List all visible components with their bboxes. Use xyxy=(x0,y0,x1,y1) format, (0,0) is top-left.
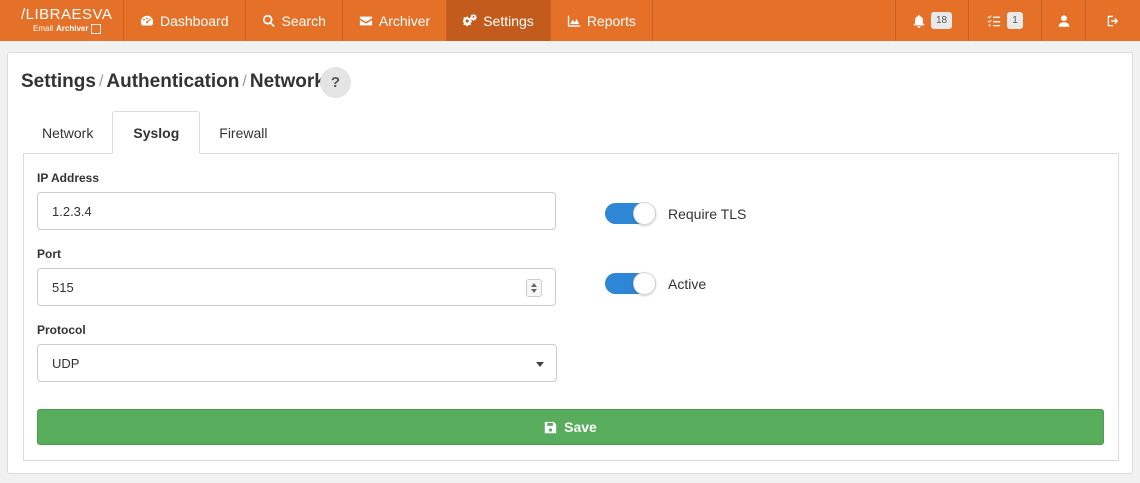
caret-down-icon xyxy=(536,362,544,367)
syslog-tab-content: IP Address 1.2.3.4 Port 515 Protocol UDP… xyxy=(23,153,1119,461)
help-button[interactable]: ? xyxy=(320,67,351,98)
port-value: 515 xyxy=(52,279,74,295)
nav-search[interactable]: Search xyxy=(246,0,343,41)
notifications-badge: 18 xyxy=(930,12,953,29)
breadcrumb-network: Network xyxy=(249,71,325,92)
top-navbar: /LIBRAESVA Email Archiver Dashboard Searc… xyxy=(0,0,1140,41)
brand-name: /LIBRAESVA xyxy=(21,5,113,23)
require-tls-label: Require TLS xyxy=(668,205,747,222)
brand-subtitle: Email Archiver xyxy=(21,23,123,35)
port-label: Port xyxy=(37,247,61,261)
stepper-up-icon[interactable] xyxy=(531,283,537,287)
active-toggle[interactable] xyxy=(605,272,656,295)
protocol-select[interactable]: UDP xyxy=(37,344,557,382)
nav-reports[interactable]: Reports xyxy=(551,0,653,41)
ip-address-value: 1.2.3.4 xyxy=(52,203,92,219)
tab-bar: Network Syslog Firewall xyxy=(23,111,287,154)
port-stepper[interactable] xyxy=(526,279,542,297)
active-label: Active xyxy=(668,275,707,292)
area-chart-icon xyxy=(567,15,580,27)
active-row: Active xyxy=(605,272,707,295)
nav-archiver[interactable]: Archiver xyxy=(343,0,448,41)
breadcrumb-settings[interactable]: Settings xyxy=(21,71,96,93)
dashboard-icon xyxy=(140,15,154,26)
require-tls-toggle[interactable] xyxy=(605,202,656,225)
require-tls-row: Require TLS xyxy=(605,202,747,225)
gears-icon xyxy=(463,13,478,26)
tab-network[interactable]: Network xyxy=(23,111,112,154)
nav-dashboard[interactable]: Dashboard xyxy=(124,0,246,41)
user-icon xyxy=(1058,14,1069,27)
breadcrumb-separator: / xyxy=(242,73,247,90)
nav-archiver-label: Archiver xyxy=(378,12,431,29)
settings-panel: Settings / Authentication / Network ? Ne… xyxy=(7,52,1133,474)
nav-settings-label: Settings xyxy=(483,12,534,29)
nav-settings[interactable]: Settings xyxy=(447,0,551,41)
floppy-disk-icon xyxy=(544,421,557,433)
toggle-knob xyxy=(633,202,656,225)
nav-user[interactable] xyxy=(1041,0,1085,41)
brand-sub-bold: Archiver xyxy=(56,23,89,33)
nav-reports-label: Reports xyxy=(586,12,636,29)
breadcrumb-authentication[interactable]: Authentication xyxy=(106,71,239,93)
toggle-knob xyxy=(633,272,656,295)
port-input[interactable]: 515 xyxy=(37,268,556,306)
save-label: Save xyxy=(564,419,597,435)
protocol-value: UDP xyxy=(52,355,80,371)
stepper-down-icon[interactable] xyxy=(531,289,537,293)
ip-address-input[interactable]: 1.2.3.4 xyxy=(37,192,556,230)
nav-notifications[interactable]: 18 xyxy=(895,0,968,41)
brand-sub-prefix: Email xyxy=(33,23,54,33)
protocol-label: Protocol xyxy=(37,323,86,337)
nav-dashboard-label: Dashboard xyxy=(160,12,229,29)
search-icon xyxy=(262,14,275,27)
nav-search-label: Search xyxy=(281,12,326,29)
tab-syslog[interactable]: Syslog xyxy=(112,111,201,154)
tasks-badge: 1 xyxy=(1007,12,1023,29)
save-button[interactable]: Save xyxy=(37,409,1104,445)
ip-address-label: IP Address xyxy=(37,171,100,185)
logout-icon xyxy=(1107,15,1119,26)
nav-logout[interactable] xyxy=(1085,0,1140,41)
brand-logo[interactable]: /LIBRAESVA Email Archiver xyxy=(0,0,124,41)
breadcrumb: Settings / Authentication / Network xyxy=(21,71,325,93)
tab-firewall[interactable]: Firewall xyxy=(200,111,286,154)
bell-icon xyxy=(913,14,925,28)
envelope-icon xyxy=(359,16,372,25)
tasks-icon xyxy=(987,14,1001,26)
brand-box-icon xyxy=(91,23,102,34)
nav-tasks[interactable]: 1 xyxy=(968,0,1041,41)
breadcrumb-separator: / xyxy=(98,73,104,90)
